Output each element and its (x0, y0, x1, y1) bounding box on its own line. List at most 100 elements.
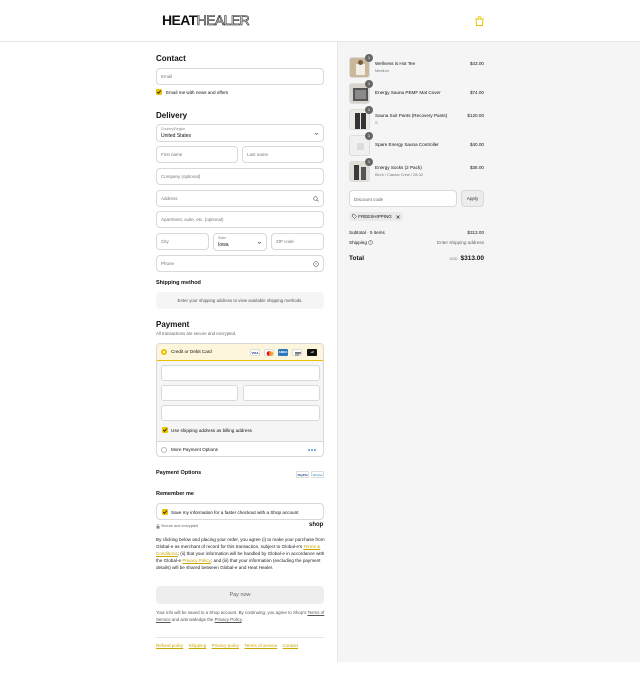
visa-icon: VISA (250, 349, 260, 356)
discount-tag: FREESHIPPING (349, 212, 404, 221)
terms-link[interactable]: Terms & (303, 544, 320, 549)
legal-line-6: ; and (iii) that your information (exclu… (210, 558, 321, 563)
item-name: Spare Energy Sauna Controller (375, 142, 439, 147)
chevron-down-icon (257, 241, 262, 244)
first-name-placeholder: First name (161, 152, 183, 157)
total-label: Total (349, 255, 365, 262)
conditions-link[interactable]: Conditions (156, 551, 178, 556)
shipping-method-title: Shipping method (156, 280, 201, 286)
item-thumbnail: 1 (349, 158, 373, 182)
shop-privacy-link[interactable]: Privacy Policy (215, 617, 242, 622)
help-icon[interactable]: ? (313, 261, 319, 267)
billing-checkbox[interactable] (162, 427, 168, 433)
payment-options-title: Payment Options (156, 470, 202, 476)
logo-healer: HEALER (196, 12, 250, 28)
mastercard-icon (264, 349, 274, 356)
item-name: Energy Socks (2 Pack) (375, 165, 422, 170)
zip-field[interactable]: ZIP code (271, 233, 324, 250)
total-value-wrap: USD $313.00 (449, 255, 484, 262)
country-select[interactable]: Country/Region United States (156, 124, 324, 142)
email-field[interactable]: Email (156, 68, 324, 85)
discover-icon (292, 349, 302, 356)
lock-icon (156, 524, 160, 529)
footer-link-refund[interactable]: Refund policy (156, 643, 183, 648)
company-placeholder: Company (optional) (161, 174, 201, 179)
item-thumbnail: 1 (349, 80, 373, 104)
newsletter-checkbox[interactable] (156, 89, 162, 95)
state-select[interactable]: State Iowa (213, 233, 267, 251)
city-field[interactable]: City (156, 233, 209, 250)
footer-link-shipping[interactable]: Shipping (189, 643, 207, 648)
currency-code: USD (449, 257, 458, 261)
address-field[interactable]: Address (156, 190, 324, 207)
remember-label: Save my information for a faster checkou… (171, 510, 299, 515)
first-name-field[interactable]: First name (156, 146, 238, 163)
item-price: $40.00 (469, 142, 484, 147)
apply-button[interactable]: Apply (461, 190, 484, 207)
site-header: HEATHEALER (0, 0, 640, 42)
footer-links: Refund policy Shipping Privacy policy Te… (156, 637, 324, 649)
quantity-badge: 1 (365, 80, 373, 88)
card-name-field[interactable] (161, 405, 320, 421)
card-radio[interactable] (161, 349, 167, 355)
phone-field[interactable]: Phone ? (156, 255, 324, 272)
footer-link-terms[interactable]: Terms of service (244, 643, 277, 648)
legal-line-1: By clicking below and placing your order… (156, 537, 325, 542)
legal-line-7: details) will be shared between Global-e… (156, 565, 274, 570)
tag-icon (352, 214, 357, 220)
card-option[interactable]: Credit or Debit Card VISA AMEX +2 (157, 344, 323, 361)
card-form: Use shipping address as billing address (157, 361, 323, 441)
help-icon[interactable]: ? (368, 240, 373, 246)
card-option-label: Credit or Debit Card (171, 349, 212, 354)
remember-box: Save my information for a faster checkou… (156, 503, 324, 520)
quantity-badge: 1 (365, 106, 373, 114)
discount-code-field[interactable]: Discount code (349, 190, 457, 207)
more-payment-options[interactable]: More Payment Options (157, 441, 323, 456)
venmo-badge[interactable]: Venmo (311, 471, 324, 478)
privacy-link[interactable]: Privacy Policy (182, 558, 211, 563)
remember-checkbox[interactable] (162, 509, 168, 515)
paypal-badge[interactable]: PayPal (296, 471, 309, 478)
shop-note-text: Your info will be saved to a Shop accoun… (156, 610, 307, 615)
zip-placeholder: ZIP code (276, 239, 294, 244)
more-options-radio[interactable] (161, 447, 167, 453)
contact-title: Contact (156, 54, 186, 63)
subtotal-value: $313.00 (467, 230, 484, 235)
footer-link-contact[interactable]: Contact (283, 643, 299, 648)
card-number-field[interactable] (161, 365, 320, 381)
logo[interactable]: HEATHEALER (162, 12, 250, 28)
payment-subtitle: All transactions are secure and encrypte… (156, 331, 237, 336)
shipping-label-text: Shipping (349, 240, 367, 245)
footer-link-privacy[interactable]: Privacy policy (212, 643, 240, 648)
item-thumbnail: 1 (349, 132, 373, 156)
item-thumbnail: 1 (349, 106, 373, 130)
quantity-badge: 1 (365, 54, 373, 62)
last-name-field[interactable]: Last name (242, 146, 324, 163)
item-variant: Birch / Classic Crew / 28-32 (375, 172, 423, 177)
pay-now-button[interactable]: Pay now (156, 586, 324, 604)
shop-note: Your info will be saved to a Shop accoun… (156, 609, 326, 623)
svg-text:?: ? (315, 262, 317, 266)
card-expiry-field[interactable] (161, 385, 238, 401)
item-price: $74.00 (469, 90, 484, 95)
close-icon[interactable] (396, 215, 400, 219)
subtotal-label: Subtotal · 5 items (349, 230, 385, 235)
quantity-badge: 1 (365, 132, 373, 140)
remember-title: Remember me (156, 491, 194, 497)
shopping-bag-icon[interactable] (475, 16, 484, 26)
total-value: $313.00 (460, 255, 485, 262)
country-value: United States (161, 133, 192, 139)
last-name-placeholder: Last name (247, 152, 269, 157)
item-variant: Medium (375, 68, 389, 73)
company-field[interactable]: Company (optional) (156, 168, 324, 185)
item-variant: S (375, 120, 378, 125)
legal-line-2: Global-e as merchant of record for this … (156, 544, 303, 549)
card-cvc-field[interactable] (243, 385, 320, 401)
item-name: Sauna Suit Pants (Recovery Pants) (375, 113, 448, 118)
payment-title: Payment (156, 320, 190, 329)
item-thumbnail: 1 (349, 54, 373, 78)
legal-line-4: ; (ii) that your information will be han… (177, 551, 325, 556)
apartment-field[interactable]: Apartment, suite, etc. (optional) (156, 211, 324, 228)
shipping-value: Enter shipping address (437, 240, 484, 245)
billing-label: Use shipping address as billing address (171, 428, 252, 433)
